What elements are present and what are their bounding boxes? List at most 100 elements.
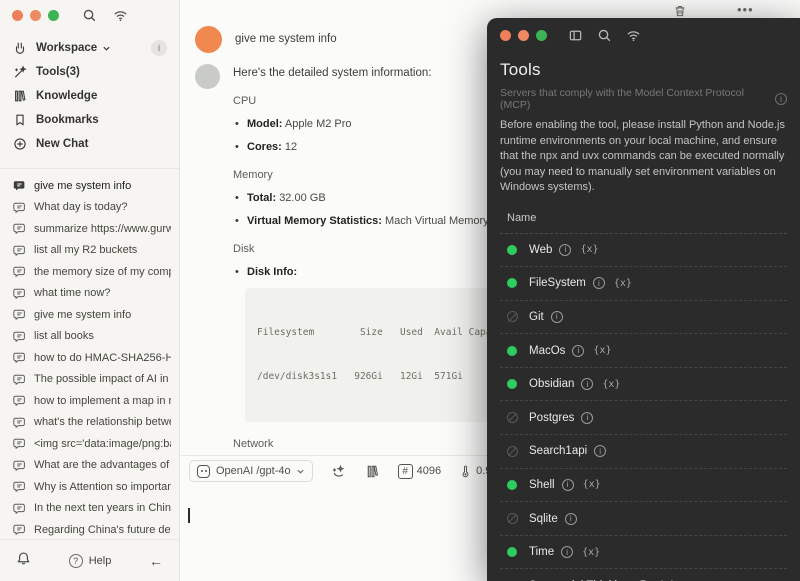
model-selector[interactable]: OpenAI /gpt-4o <box>189 460 313 482</box>
wifi-icon[interactable] <box>626 28 641 43</box>
chat-history-item[interactable]: What are the advantages of usi... <box>0 455 179 477</box>
info-icon[interactable]: i <box>581 378 594 391</box>
chevron-down-icon <box>296 467 305 476</box>
server-row[interactable]: FileSystem i {x} <box>500 267 787 301</box>
sidebar-titlebar <box>0 0 179 30</box>
workspace-badge[interactable]: i <box>151 40 167 56</box>
info-icon[interactable]: i <box>559 243 572 256</box>
info-icon[interactable]: i <box>775 93 787 105</box>
chat-item-label: Regarding China's future develo... <box>34 523 171 536</box>
server-row[interactable]: Time i {x} <box>500 536 787 570</box>
server-row[interactable]: Postgres i <box>500 401 787 436</box>
chat-history-item[interactable]: the memory size of my computer <box>0 261 179 283</box>
server-name: Shell <box>529 478 555 491</box>
tools-panel: Tools Servers that comply with the Model… <box>487 18 800 581</box>
chat-history-item[interactable]: give me system info <box>0 304 179 326</box>
info-icon[interactable]: i <box>592 277 605 290</box>
sidebar-item-knowledge[interactable]: Knowledge <box>0 84 179 108</box>
bell-icon[interactable] <box>16 551 31 571</box>
trash-icon[interactable] <box>673 4 687 18</box>
wifi-icon[interactable] <box>113 8 128 23</box>
args-badge[interactable]: {x} <box>582 547 600 558</box>
server-row[interactable]: Sequential Thinkingi{x} <box>500 569 787 581</box>
chat-bubble-icon <box>13 244 26 257</box>
collapse-sidebar-icon[interactable]: ← <box>149 553 163 569</box>
sidebar-toggle-icon[interactable] <box>568 28 583 43</box>
info-icon[interactable]: i <box>572 344 585 357</box>
chat-history-item[interactable]: what time now? <box>0 283 179 305</box>
traffic-light-close-button[interactable] <box>500 29 511 41</box>
chat-bubble-icon <box>13 437 26 450</box>
server-row[interactable]: Obsidian i {x} <box>500 368 787 402</box>
sidebar-item-tools[interactable]: Tools(3) <box>0 60 179 84</box>
server-row[interactable]: Sqlite i <box>500 502 787 536</box>
info-icon[interactable]: i <box>561 546 574 559</box>
tools-sparkle-icon[interactable] <box>331 463 347 479</box>
text-input-caret[interactable] <box>188 508 190 523</box>
more-options-icon[interactable]: ••• <box>737 2 754 17</box>
chat-item-label: Why is Attention so important i... <box>34 480 171 493</box>
sidebar-item-new-chat[interactable]: New Chat <box>0 132 179 156</box>
chat-bubble-icon <box>13 308 26 321</box>
chat-history-item[interactable]: what's the relationship between... <box>0 412 179 434</box>
chat-history-item[interactable]: summarize https://www.gurwi... <box>0 218 179 240</box>
args-badge[interactable]: {x} <box>602 379 620 390</box>
chat-item-label: the memory size of my computer <box>34 265 171 278</box>
server-row[interactable]: Search1api i <box>500 435 787 469</box>
info-icon[interactable]: i <box>581 411 594 424</box>
bookmark-icon <box>12 113 27 127</box>
server-row[interactable]: MacOs i {x} <box>500 334 787 368</box>
server-row[interactable]: Web i {x} <box>500 234 787 268</box>
traffic-light-minimize-button[interactable] <box>30 9 41 21</box>
args-badge[interactable]: {x} <box>593 345 611 356</box>
disabled-slash-icon <box>507 412 518 424</box>
model-label: OpenAI /gpt-4o <box>216 465 291 477</box>
chat-history-item[interactable]: In the next ten years in China, w... <box>0 498 179 520</box>
chat-bubble-icon <box>13 373 26 386</box>
info-icon[interactable]: i <box>594 445 607 458</box>
args-badge[interactable]: {x} <box>583 479 601 490</box>
wand-icon <box>12 65 27 79</box>
server-name: MacOs <box>529 344 566 357</box>
tools-panel-subtitle: Servers that comply with the Model Conte… <box>487 80 800 111</box>
server-row[interactable]: Git i <box>500 301 787 335</box>
knowledge-books-icon[interactable] <box>365 464 380 479</box>
sidebar-item-workspace[interactable]: Workspace i <box>0 36 179 60</box>
help-button[interactable]: ? Help <box>68 553 111 568</box>
chat-bubble-icon <box>13 330 26 343</box>
args-badge[interactable]: {x} <box>614 278 632 289</box>
chat-history-item[interactable]: The possible impact of AI in edu... <box>0 369 179 391</box>
info-icon[interactable]: i <box>550 310 563 323</box>
chat-history-item[interactable]: give me system info <box>0 175 179 197</box>
disabled-slash-icon <box>507 513 518 525</box>
max-tokens-control[interactable]: # 4096 <box>397 463 441 479</box>
chat-history-item[interactable]: What day is today? <box>0 197 179 219</box>
server-name: Web <box>529 243 553 256</box>
args-badge[interactable]: {x} <box>580 244 598 255</box>
traffic-light-minimize-button[interactable] <box>518 29 529 41</box>
chat-history-item[interactable]: <img src='data:image/png:bas... <box>0 433 179 455</box>
chat-history-item[interactable]: how to do HMAC-SHA256-HEX i... <box>0 347 179 369</box>
traffic-light-zoom-button[interactable] <box>536 29 547 41</box>
chat-history-item[interactable]: list all my R2 buckets <box>0 240 179 262</box>
search-icon[interactable] <box>82 8 97 23</box>
search-icon[interactable] <box>597 28 612 43</box>
chat-history-item[interactable]: how to implement a map in rust? <box>0 390 179 412</box>
server-row[interactable]: Shell i {x} <box>500 469 787 503</box>
info-icon[interactable]: i <box>561 478 574 491</box>
sidebar-item-bookmarks[interactable]: Bookmarks <box>0 108 179 132</box>
sidebar-item-label: Workspace <box>36 42 98 54</box>
chat-history-item[interactable]: Regarding China's future develo... <box>0 519 179 539</box>
traffic-light-zoom-button[interactable] <box>48 9 59 21</box>
sidebar-divider <box>0 168 179 169</box>
server-list: Web i {x} FileSystem i {x} Git i MacOs i {x} Obsidi… <box>487 234 800 581</box>
info-icon[interactable]: i <box>564 512 577 525</box>
chat-item-label: list all books <box>34 330 94 343</box>
sidebar-item-label: Tools(3) <box>36 66 80 78</box>
enabled-dot-icon <box>507 345 517 356</box>
chat-bubble-icon <box>13 179 26 192</box>
chat-item-label: how to do HMAC-SHA256-HEX i... <box>34 351 171 364</box>
chat-history-item[interactable]: Why is Attention so important i... <box>0 476 179 498</box>
traffic-light-close-button[interactable] <box>12 9 23 21</box>
chat-history-item[interactable]: list all books <box>0 326 179 348</box>
